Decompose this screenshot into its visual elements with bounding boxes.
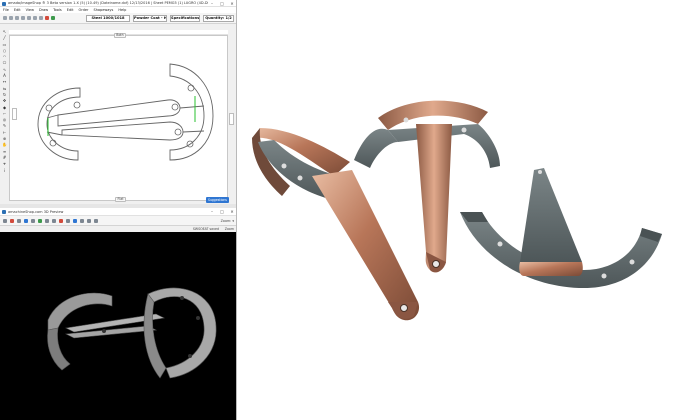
iso-view-icon[interactable] (59, 219, 63, 223)
shade-icon[interactable] (73, 219, 77, 223)
left-bracket-part (252, 128, 420, 321)
select-tool-icon[interactable]: ↖ (2, 30, 7, 34)
left-side-tab[interactable] (12, 108, 17, 120)
redo-icon[interactable] (33, 16, 37, 20)
zoom-tool-icon[interactable]: ⊕ (2, 137, 7, 141)
line-tool-icon[interactable]: ╱ (2, 36, 7, 40)
cut-icon[interactable] (39, 16, 43, 20)
side-view-icon[interactable] (52, 219, 56, 223)
preview-toolbar-icons (3, 219, 98, 223)
window-titlebar: amada/imageShop ® 3 Beta version 1.X (5)… (0, 0, 236, 7)
polygon-tool-icon[interactable]: ⬠ (2, 61, 7, 65)
preview-window-controls: – □ ✕ (209, 208, 235, 216)
undo-icon[interactable] (27, 16, 31, 20)
new-icon[interactable] (3, 16, 7, 20)
preview-toolbar: Zoom: ▾ (0, 216, 236, 226)
fill-tool-icon[interactable]: ◆ (2, 105, 7, 110)
rotate-tool-icon[interactable]: ↻ (2, 92, 7, 97)
preview-title: amachineShop.com 3D Preview (8, 210, 64, 214)
rectangle-tool-icon[interactable]: ▭ (2, 42, 7, 47)
window-title: amada/imageShop ® 3 Beta version 1.X (5)… (8, 1, 208, 5)
move-tool-icon[interactable]: ✥ (2, 99, 7, 103)
3d-preview-model (47, 287, 217, 379)
print-icon[interactable] (21, 16, 25, 20)
left-ring-outline (37, 87, 81, 161)
hole-tool-icon[interactable]: ◎ (2, 118, 7, 122)
circle-tool-icon[interactable]: ○ (2, 48, 7, 53)
right-bracket-part (460, 168, 662, 288)
pen-tool-icon[interactable]: ✎ (2, 124, 7, 128)
preview-zoom-dropdown[interactable]: Zoom: ▾ (221, 218, 234, 224)
snap-tool-icon[interactable]: ⌖ (2, 162, 7, 166)
rotate-view-icon[interactable] (3, 219, 7, 223)
right-ring-outline (169, 63, 214, 161)
drawing-canvas[interactable] (9, 35, 228, 201)
open-icon[interactable] (9, 16, 13, 20)
dimension-tool-icon[interactable]: ↔ (2, 80, 7, 84)
minimize-icon[interactable]: – (209, 0, 215, 7)
preview-app-icon (2, 210, 6, 214)
bend-tool-icon[interactable]: ⌐ (2, 111, 7, 116)
text-tool-icon[interactable]: A (2, 74, 7, 78)
hole-icon (45, 104, 53, 112)
maximize-icon[interactable]: □ (219, 0, 225, 7)
hole-icon (49, 139, 57, 147)
red-view-icon[interactable] (10, 219, 14, 223)
right-side-tab[interactable] (229, 113, 234, 125)
preview-titlebar: amachineShop.com 3D Preview – □ ✕ (0, 208, 236, 216)
light-icon[interactable] (80, 219, 84, 223)
arc-tool-icon[interactable]: ◠ (2, 55, 7, 59)
hole-icon (171, 103, 179, 111)
window-controls: – □ ✕ (209, 0, 235, 7)
flat-pattern-drawing (37, 63, 214, 161)
specifications-button[interactable]: Specifications (170, 15, 200, 22)
pan-tool-icon[interactable]: ✋ (2, 143, 7, 147)
blue-view-icon[interactable] (24, 219, 28, 223)
finish-dropdown[interactable]: Powder Coat - HY ▾ (133, 15, 167, 22)
minimize-icon[interactable]: – (209, 208, 215, 216)
camera-icon[interactable] (87, 219, 91, 223)
maximize-icon[interactable]: □ (219, 208, 225, 216)
close-icon[interactable]: ✕ (229, 0, 235, 7)
curve-tool-icon[interactable]: ∿ (2, 67, 7, 72)
top-view-icon[interactable] (31, 219, 35, 223)
hole-icon (187, 84, 195, 92)
screenshot-root: amada/imageShop ® 3 Beta version 1.X (5)… (0, 0, 675, 420)
view-tab-both[interactable]: Both (114, 33, 126, 38)
green-view-icon[interactable] (38, 219, 42, 223)
drawing-tool-palette: ↖ ╱ ▭ ○ ◠ ⬠ ∿ A ↔ ⇋ ↻ ✥ ◆ ⌐ ◎ ✎ ⊢ ⊕ ✋ ≡ … (0, 30, 9, 173)
check-icon[interactable] (51, 16, 55, 20)
lower-arm-outline (61, 121, 184, 141)
hole-icon (73, 101, 81, 109)
measure-tool-icon[interactable]: ⊢ (2, 130, 7, 135)
app-icon (2, 1, 6, 6)
layer-tool-icon[interactable]: ≡ (2, 149, 7, 154)
grid-tool-icon[interactable]: # (2, 155, 7, 160)
info-tool-icon[interactable]: i (2, 168, 7, 173)
mirror-tool-icon[interactable]: ⇋ (2, 86, 7, 91)
emachineshop-window: amada/imageShop ® 3 Beta version 1.X (5)… (0, 0, 237, 420)
suggestions-badge[interactable]: Suggestions (206, 197, 229, 203)
order-icon[interactable] (45, 16, 49, 20)
wireframe-icon[interactable] (66, 219, 70, 223)
rendered-parts-image (238, 0, 675, 420)
pan-view-icon[interactable] (17, 219, 21, 223)
toolbar-icons (3, 16, 55, 20)
export-icon[interactable] (94, 219, 98, 223)
3d-preview-viewport[interactable] (0, 232, 236, 420)
upper-arm-outline (57, 99, 181, 127)
view-tab-flat[interactable]: Flat (115, 197, 126, 202)
save-icon[interactable] (15, 16, 19, 20)
copper-parts-render (252, 100, 662, 321)
front-view-icon[interactable] (45, 219, 49, 223)
material-dropdown[interactable]: Steel 1000/1018 (86, 15, 130, 22)
quantity-field[interactable]: Quantity: 1/2 (203, 15, 234, 22)
main-toolbar: Steel 1000/1018 Powder Coat - HY ▾ Speci… (0, 13, 236, 24)
close-icon[interactable]: ✕ (229, 208, 235, 216)
hole-icon (174, 128, 182, 136)
